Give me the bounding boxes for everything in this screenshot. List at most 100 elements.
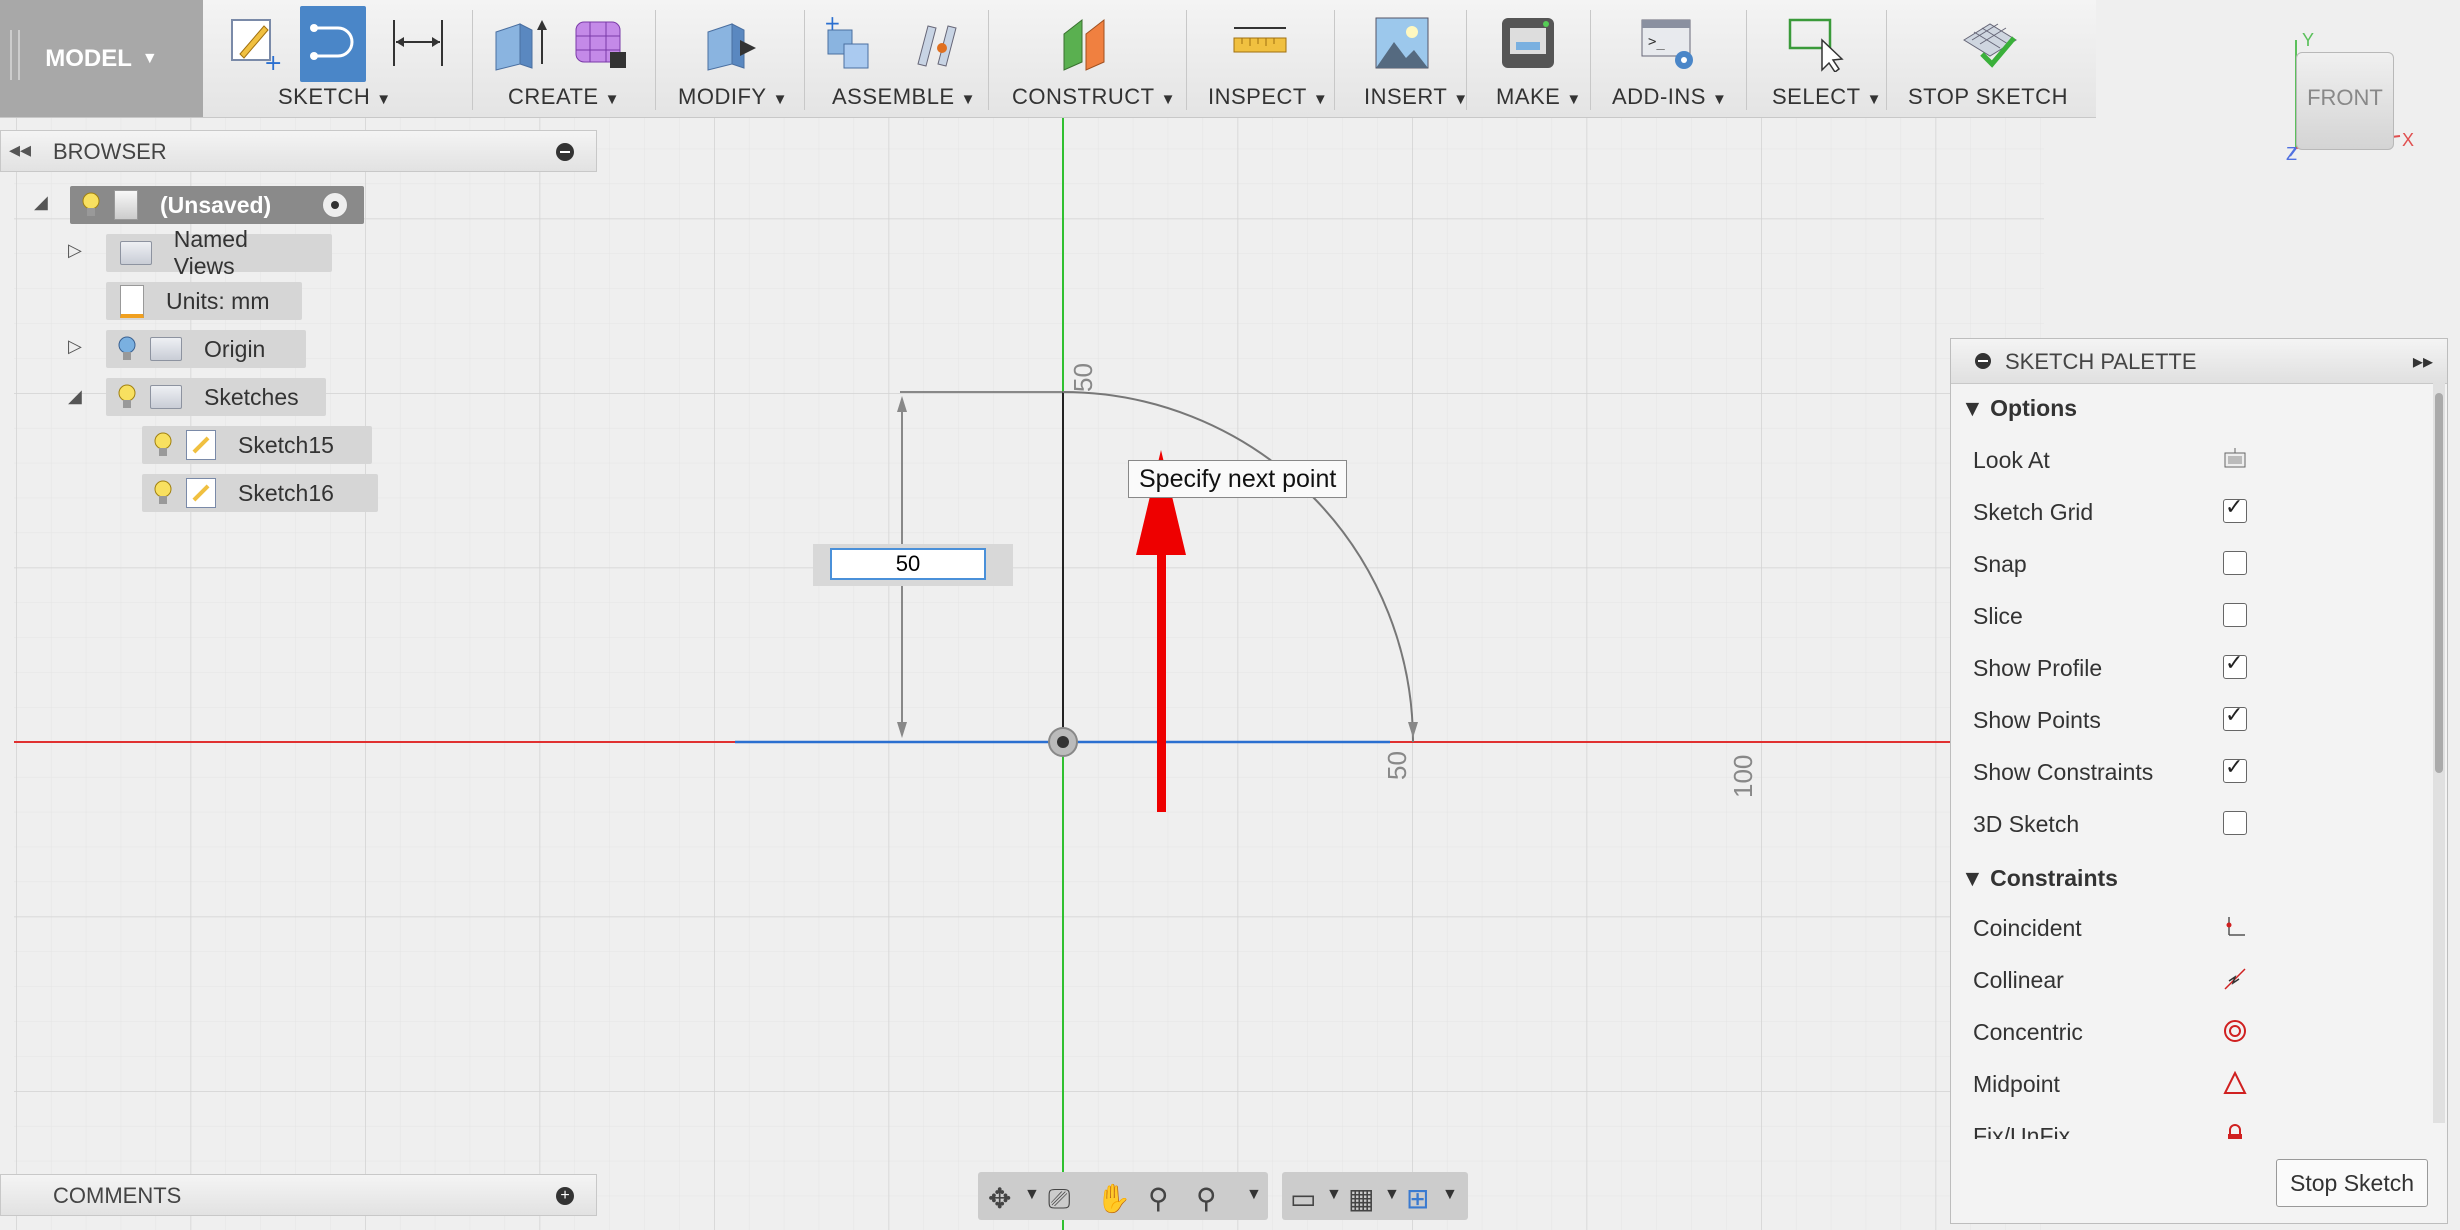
visibility-bulb-icon[interactable] [154, 432, 172, 458]
orbit-icon[interactable]: ✥ [988, 1182, 1011, 1215]
chevron-down-icon[interactable]: ▼ [1246, 1186, 1262, 1204]
option-show-points[interactable]: Show Points [1973, 699, 2413, 739]
pan-icon[interactable]: ✋ [1096, 1182, 1131, 1215]
look-at-icon[interactable]: ⎚ [1048, 1182, 1070, 1216]
expand-panel-icon[interactable]: ▸▸ [2413, 349, 2433, 374]
3d-sketch-checkbox[interactable] [2223, 811, 2247, 835]
active-radio-icon[interactable] [322, 192, 348, 218]
visibility-bulb-icon[interactable] [118, 384, 136, 410]
create-sketch-icon[interactable]: + [224, 14, 284, 72]
visibility-bulb-icon[interactable] [154, 480, 172, 506]
tree-item-units[interactable]: Units: mm [106, 282, 302, 320]
option-slice[interactable]: Slice [1973, 595, 2413, 635]
visibility-bulb-icon[interactable] [118, 336, 136, 362]
option-look-at[interactable]: Look At [1973, 439, 2413, 479]
insert-menu[interactable]: INSERT ▼ [1364, 84, 1469, 110]
zoom-icon[interactable]: ⚲ [1148, 1182, 1169, 1215]
show-constraints-checkbox[interactable] [2223, 755, 2247, 783]
collinear-icon[interactable] [2223, 967, 2247, 991]
constraint-midpoint[interactable]: Midpoint [1973, 1063, 2413, 1103]
tree-item-root[interactable]: (Unsaved) [70, 186, 364, 224]
constraints-section-header[interactable]: ▼ Constraints [1961, 865, 2118, 892]
tree-item-sketches[interactable]: Sketches [106, 378, 326, 416]
stop-sketch-icon[interactable] [1960, 14, 2020, 72]
option-sketch-grid[interactable]: Sketch Grid [1973, 491, 2413, 531]
grid-settings-icon[interactable]: ▦ [1348, 1182, 1374, 1215]
constraint-fix-unfix[interactable]: Fix/UnFix [1973, 1115, 2413, 1139]
expand-triangle-icon[interactable]: ▷ [68, 336, 82, 357]
joint-icon[interactable] [908, 14, 968, 72]
select-icon[interactable] [1786, 14, 1846, 72]
3d-print-icon[interactable] [1498, 14, 1558, 72]
extrude-icon[interactable] [490, 14, 550, 72]
new-component-icon[interactable]: + [822, 14, 882, 72]
midpoint-icon[interactable] [2223, 1071, 2247, 1095]
modify-group: MODIFY ▼ [660, 0, 800, 117]
palette-scrollbar[interactable] [2433, 383, 2445, 1123]
press-pull-icon[interactable] [700, 14, 760, 72]
workspace-switcher[interactable]: MODEL ▼ [0, 0, 203, 117]
constraint-concentric[interactable]: Concentric [1973, 1011, 2413, 1051]
assemble-menu[interactable]: ASSEMBLE ▼ [832, 84, 976, 110]
add-comment-icon[interactable]: + [556, 1187, 574, 1205]
dimension-icon[interactable] [388, 14, 448, 72]
concentric-icon[interactable] [2223, 1019, 2247, 1043]
options-section-header[interactable]: ▼ Options [1961, 395, 2077, 422]
chevron-down-icon[interactable]: ▼ [1024, 1186, 1040, 1204]
collapse-panel-icon[interactable]: ◂◂ [9, 137, 31, 163]
measure-icon[interactable] [1230, 14, 1290, 72]
expand-triangle-icon[interactable]: ▷ [68, 240, 82, 261]
construct-menu[interactable]: CONSTRUCT ▼ [1012, 84, 1176, 110]
chevron-down-icon: ▼ [960, 91, 976, 108]
select-menu[interactable]: SELECT ▼ [1772, 84, 1882, 110]
constraint-collinear[interactable]: Collinear [1973, 959, 2413, 999]
visibility-bulb-icon[interactable] [82, 192, 100, 218]
add-ins-menu[interactable]: ADD-INS ▼ [1612, 84, 1727, 110]
dimension-input[interactable] [830, 548, 986, 580]
arc-tool-button[interactable] [300, 6, 366, 82]
construct-group: CONSTRUCT ▼ [992, 0, 1184, 117]
chevron-down-icon[interactable]: ▼ [1326, 1186, 1342, 1204]
expand-triangle-icon[interactable]: ◢ [34, 192, 48, 213]
sketch-grid-checkbox[interactable] [2223, 495, 2247, 523]
expand-triangle-icon[interactable]: ◢ [68, 386, 82, 407]
minimize-panel-icon[interactable] [1975, 353, 1991, 369]
modify-menu[interactable]: MODIFY ▼ [678, 84, 788, 110]
tree-item-sketch15[interactable]: Sketch15 [142, 426, 372, 464]
display-settings-icon[interactable]: ▭ [1290, 1182, 1316, 1215]
tree-item-sketch16[interactable]: Sketch16 [142, 474, 378, 512]
scripts-icon[interactable]: >_ [1638, 14, 1698, 72]
stop-sketch-button[interactable]: Stop Sketch [2276, 1159, 2428, 1207]
snap-checkbox[interactable] [2223, 551, 2247, 575]
minimize-panel-icon[interactable] [556, 143, 574, 161]
sketch-menu[interactable]: SKETCH ▼ [278, 84, 392, 110]
zoom-window-icon[interactable]: ⚲ [1196, 1182, 1217, 1215]
coincident-icon[interactable] [2223, 915, 2247, 939]
make-menu[interactable]: MAKE ▼ [1496, 84, 1582, 110]
chevron-down-icon[interactable]: ▼ [1384, 1186, 1400, 1204]
chevron-down-icon[interactable]: ▼ [1442, 1186, 1458, 1204]
collapse-triangle-icon: ▼ [1961, 865, 1991, 891]
viewports-icon[interactable]: ⊞ [1406, 1182, 1429, 1215]
lock-icon[interactable] [2223, 1123, 2247, 1139]
show-profile-checkbox[interactable] [2223, 651, 2247, 679]
tree-item-named-views[interactable]: Named Views [106, 226, 332, 279]
option-show-constraints[interactable]: Show Constraints [1973, 751, 2413, 791]
option-snap[interactable]: Snap [1973, 543, 2413, 583]
viewcube-face-front[interactable]: FRONT [2297, 85, 2393, 111]
option-show-profile[interactable]: Show Profile [1973, 647, 2413, 687]
form-icon[interactable] [570, 14, 630, 72]
create-menu[interactable]: CREATE ▼ [508, 84, 620, 110]
tree-item-origin[interactable]: Origin [106, 330, 306, 368]
inspect-menu[interactable]: INSPECT ▼ [1208, 84, 1328, 110]
offset-plane-icon[interactable] [1058, 14, 1118, 72]
insert-image-icon[interactable] [1372, 14, 1432, 72]
option-3d-sketch[interactable]: 3D Sketch [1973, 803, 2413, 843]
slice-checkbox[interactable] [2223, 603, 2247, 627]
look-at-icon[interactable] [2223, 447, 2247, 471]
constraint-coincident[interactable]: Coincident [1973, 907, 2413, 947]
stop-sketch-group[interactable]: STOP SKETCH [1890, 0, 2096, 117]
viewcube[interactable]: FRONT [2296, 52, 2394, 150]
stop-sketch-label[interactable]: STOP SKETCH [1908, 84, 2068, 110]
show-points-checkbox[interactable] [2223, 703, 2247, 731]
